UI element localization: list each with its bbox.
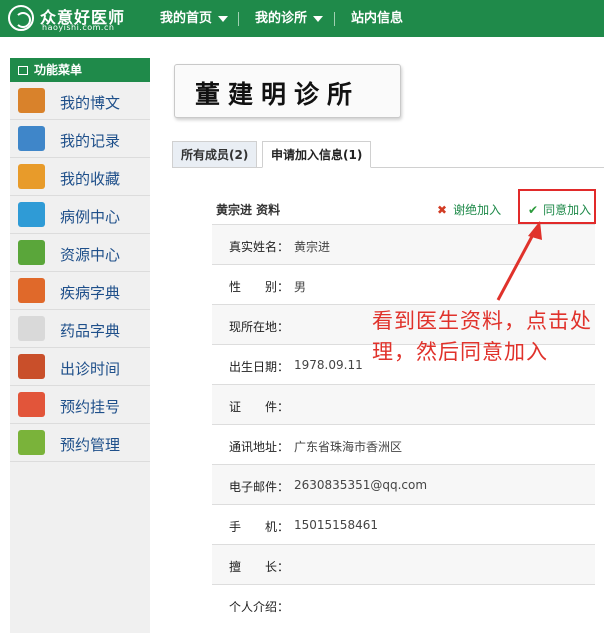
highlight-box [518,189,596,224]
sidebar-item-label: 出诊时间 [60,360,121,378]
sidebar-item-label: 我的记录 [60,132,121,150]
applicant-details-table: 真实姓名： 黄宗进性 别： 男现所在地： 出生日期： 1978.09.11 证 件： 通讯地… [212,224,595,624]
sidebar-item[interactable]: 我的记录 [10,120,150,158]
annotation-text: 看到医生资料，点击处理，然后同意加入 [372,309,592,364]
detail-value: 黄宗进 [294,240,331,254]
detail-row: 真实姓名： 黄宗进 [212,224,595,264]
nav-my-home[interactable]: 我的首页 [160,0,229,37]
sidebar-menu: 我的博文我的记录我的收藏病例中心资源中心疾病字典药品字典出诊时间预约挂号预约管理 [10,82,150,462]
sidebar-item[interactable]: 我的博文 [10,82,150,120]
sidebar-header: 功能菜单 [10,58,150,82]
nav-separator [238,12,239,26]
sidebar-item-label: 预约管理 [60,436,121,454]
detail-label: 证 件： [229,400,290,414]
nav-separator [334,12,335,26]
nav-site-messages-label: 站内信息 [351,11,404,26]
detail-label: 电子邮件： [229,480,290,494]
detail-label: 出生日期： [229,360,290,374]
sidebar-item[interactable]: 我的收藏 [10,158,150,196]
sidebar-item[interactable]: 药品字典 [10,310,150,348]
sidebar-item-label: 药品字典 [60,322,121,340]
detail-value: 1978.09.11 [294,358,363,372]
detail-row: 个人介绍： [212,584,595,624]
detail-row: 手 机： 15015158461 [212,504,595,544]
nav-my-home-label: 我的首页 [160,11,213,26]
detail-row: 性 别： 男 [212,264,595,304]
detail-label: 现所在地： [229,320,290,334]
sidebar: 功能菜单 我的博文我的记录我的收藏病例中心资源中心疾病字典药品字典出诊时间预约挂… [10,58,150,633]
detail-label: 手 机： [229,520,290,534]
alarm-clock-icon [18,354,45,379]
nav-my-clinic-label: 我的诊所 [255,11,308,26]
clipboard-icon [18,202,45,227]
clock-icon [18,430,45,455]
detail-label: 真实姓名： [229,240,290,254]
reject-label: 谢绝加入 [453,203,502,217]
sidebar-item[interactable]: 预约挂号 [10,386,150,424]
detail-row: 擅 长： [212,544,595,584]
detail-value: 2630835351@qq.com [294,478,428,492]
logo-url: haoyishi.com.cn [42,23,115,32]
detail-value: 男 [294,280,307,294]
favorites-icon [18,164,45,189]
sidebar-item[interactable]: 预约管理 [10,424,150,462]
detail-label: 性 别： [229,280,290,294]
sidebar-item[interactable]: 出诊时间 [10,348,150,386]
reject-button[interactable]: ✖ 谢绝加入 [437,201,501,218]
sidebar-item[interactable]: 资源中心 [10,234,150,272]
detail-label: 通讯地址： [229,440,290,454]
picture-icon [18,240,45,265]
detail-label: 个人介绍： [229,600,290,614]
close-icon: ✖ [437,203,448,217]
nav-my-clinic[interactable]: 我的诊所 [255,0,324,37]
tab-join-requests[interactable]: 申请加入信息(1) [262,141,372,168]
sidebar-item-label: 病例中心 [60,208,121,226]
menu-icon [18,66,28,75]
number-badge-icon [18,392,45,417]
detail-row: 证 件： [212,384,595,424]
detail-label: 擅 长： [229,560,290,574]
sidebar-item-label: 资源中心 [60,246,121,264]
nav-site-messages[interactable]: 站内信息 [351,0,403,37]
logo-icon [8,5,34,31]
pills-icon [18,316,45,341]
applicant-header: 黄宗进 资料 [216,203,281,217]
top-navigation-bar: 众意好医师 haoyishi.com.cn 我的首页 我的诊所 站内信息 [0,0,604,37]
sidebar-item-label: 我的博文 [60,94,121,112]
sidebar-item[interactable]: 病例中心 [10,196,150,234]
sidebar-item-label: 我的收藏 [60,170,121,188]
chevron-down-icon [313,15,324,22]
at-sign-icon [18,88,45,113]
clinic-name-banner: 董建明诊所 [174,64,401,118]
starburst-icon [18,278,45,303]
sidebar-header-label: 功能菜单 [34,63,83,77]
detail-row: 电子邮件： 2630835351@qq.com [212,464,595,504]
sidebar-item-label: 疾病字典 [60,284,121,302]
tab-all-members[interactable]: 所有成员(2) [172,141,258,168]
sidebar-item[interactable]: 疾病字典 [10,272,150,310]
detail-value: 15015158461 [294,518,378,532]
detail-row: 通讯地址： 广东省珠海市香洲区 [212,424,595,464]
notepad-icon [18,126,45,151]
site-logo[interactable]: 众意好医师 haoyishi.com.cn [8,4,146,34]
clinic-name: 董建明诊所 [195,80,361,109]
detail-value: 广东省珠海市香洲区 [294,440,403,454]
chevron-down-icon [218,15,229,22]
sidebar-item-label: 预约挂号 [60,398,121,416]
